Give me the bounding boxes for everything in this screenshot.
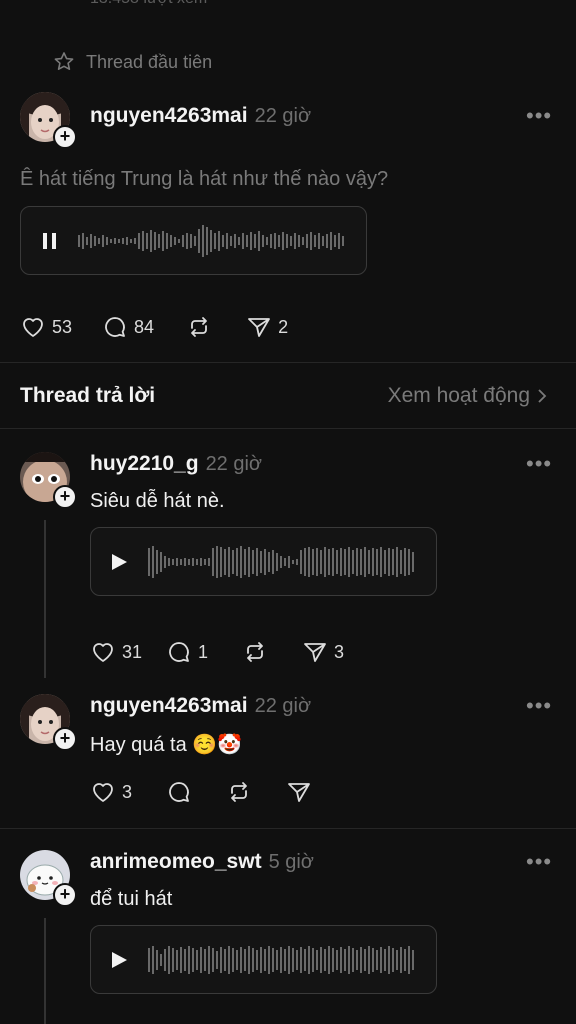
thread-line <box>44 918 46 1024</box>
like-count: 3 <box>122 781 133 802</box>
star-icon <box>54 52 74 70</box>
reply-actions: 3 <box>90 780 312 804</box>
heart-icon <box>23 318 43 337</box>
timestamp: 22 giờ <box>254 105 312 127</box>
like-count: 31 <box>122 641 143 662</box>
play-icon[interactable] <box>109 950 129 970</box>
waveform <box>148 546 414 578</box>
first-thread-text: Thread đầu tiên <box>86 51 213 72</box>
more-icon[interactable]: ••• <box>526 693 552 719</box>
view-count: 13.458 lượt xem <box>90 0 207 8</box>
view-activity-link[interactable]: Xem hoạt động <box>388 384 548 408</box>
audio-player[interactable] <box>90 925 437 994</box>
follow-plus-icon[interactable]: + <box>53 883 77 907</box>
username[interactable]: anrimeomeo_swt <box>90 850 262 873</box>
divider <box>0 428 576 429</box>
share-count: 2 <box>278 316 289 337</box>
repost-button[interactable] <box>186 315 212 339</box>
repost-icon <box>191 317 207 337</box>
more-icon[interactable]: ••• <box>526 849 552 875</box>
follow-plus-icon[interactable]: + <box>53 125 77 149</box>
repost-icon <box>231 782 247 802</box>
reply-header: nguyen4263mai 22 giờ <box>90 694 311 718</box>
thread-line <box>44 520 46 678</box>
comment-icon <box>169 782 189 802</box>
waveform <box>148 946 414 974</box>
first-thread-label: Thread đầu tiên <box>52 50 212 74</box>
pause-icon[interactable] <box>41 231 59 251</box>
timestamp: 5 giờ <box>268 851 314 873</box>
like-button[interactable]: 31 <box>90 640 142 664</box>
share-button[interactable]: 3 <box>302 640 344 664</box>
comment-button[interactable] <box>166 780 192 804</box>
like-count: 53 <box>52 316 73 337</box>
more-icon[interactable]: ••• <box>526 451 552 477</box>
reply-text: Hay quá ta ☺️🤡 <box>90 734 243 756</box>
username[interactable]: huy2210_g <box>90 452 199 475</box>
username[interactable]: nguyen4263mai <box>90 694 248 717</box>
post-text: Ê hát tiếng Trung là hát như thế nào vậy… <box>20 168 389 190</box>
comment-button[interactable]: 1 <box>166 640 208 664</box>
repost-icon <box>247 642 263 662</box>
divider <box>0 828 576 829</box>
reply-text: để tui hát <box>90 888 173 910</box>
send-icon <box>248 318 270 337</box>
reply-header: huy2210_g 22 giờ <box>90 452 262 476</box>
send-icon <box>288 783 310 802</box>
view-activity-text: Xem hoạt động <box>387 384 530 407</box>
audio-player[interactable] <box>20 206 367 275</box>
username[interactable]: nguyen4263mai <box>90 104 248 127</box>
more-icon[interactable]: ••• <box>526 103 552 129</box>
repost-button[interactable] <box>242 640 268 664</box>
heart-icon <box>93 783 113 802</box>
divider <box>0 362 576 363</box>
share-count: 3 <box>334 641 345 662</box>
comment-count: 84 <box>134 316 155 337</box>
post-actions: 53 84 2 <box>20 315 288 339</box>
comment-count: 1 <box>198 641 209 662</box>
reply-text: Siêu dễ hát nè. <box>90 490 225 512</box>
follow-plus-icon[interactable]: + <box>53 727 77 751</box>
like-button[interactable]: 53 <box>20 315 72 339</box>
timestamp: 22 giờ <box>205 453 263 475</box>
timestamp: 22 giờ <box>254 695 312 717</box>
replies-title: Thread trả lời <box>20 384 156 407</box>
comment-icon <box>105 317 125 337</box>
comment-button[interactable]: 84 <box>102 315 154 339</box>
like-button[interactable]: 3 <box>90 780 132 804</box>
chevron-right-icon <box>538 389 547 403</box>
repost-button[interactable] <box>226 780 252 804</box>
reply-actions: 31 1 3 <box>90 640 344 664</box>
share-button[interactable] <box>286 780 312 804</box>
reply-header: anrimeomeo_swt 5 giờ <box>90 850 314 874</box>
follow-plus-icon[interactable]: + <box>53 485 77 509</box>
waveform <box>78 225 344 257</box>
audio-player[interactable] <box>90 527 437 596</box>
send-icon <box>304 643 326 662</box>
comment-icon <box>169 642 189 662</box>
heart-icon <box>93 643 113 662</box>
play-icon[interactable] <box>109 552 129 572</box>
post-header: nguyen4263mai 22 giờ <box>90 104 311 128</box>
share-button[interactable]: 2 <box>246 315 288 339</box>
